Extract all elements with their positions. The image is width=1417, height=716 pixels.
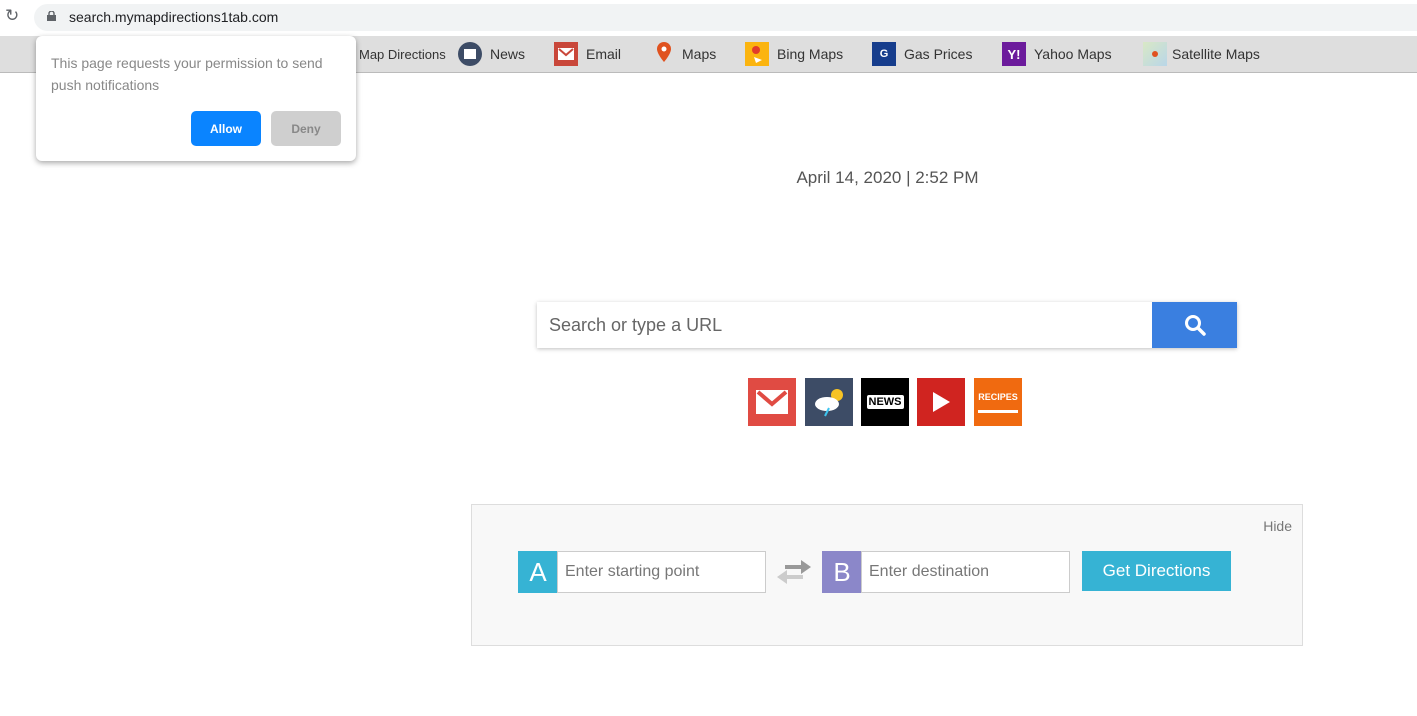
toolbar-label: Gas Prices — [904, 46, 973, 62]
directions-panel: Hide A B Get Directions — [471, 504, 1303, 646]
allow-button[interactable]: Allow — [191, 111, 261, 146]
toolbar-news[interactable]: News — [458, 36, 525, 72]
lock-icon — [47, 11, 56, 21]
deny-button[interactable]: Deny — [271, 111, 341, 146]
toolbar-label: Satellite Maps — [1172, 46, 1260, 62]
swap-arrows-icon[interactable] — [775, 560, 813, 584]
toolbar-map-directions[interactable]: Map Directions — [359, 36, 446, 72]
yahoo-icon: Y! — [1002, 42, 1026, 66]
toolbar-bing-maps[interactable]: Bing Maps — [745, 36, 843, 72]
reload-icon[interactable]: ↻ — [5, 6, 19, 26]
recipes-quicklink[interactable]: RECIPES — [974, 378, 1022, 426]
recipes-label: RECIPES — [978, 391, 1018, 402]
destination-input[interactable] — [861, 551, 1070, 593]
popup-message: This page requests your permission to se… — [51, 55, 323, 93]
search-icon — [1184, 315, 1206, 336]
email-icon — [756, 390, 788, 414]
toolbar-label: Bing Maps — [777, 46, 844, 62]
play-icon — [933, 392, 950, 412]
search-box — [537, 302, 1237, 348]
toolbar-label: News — [490, 46, 526, 62]
toolbar-yahoo-maps[interactable]: Y! Yahoo Maps — [1002, 36, 1112, 72]
toolbar-label: Yahoo Maps — [1034, 46, 1112, 62]
globe-news-icon: NEWS — [866, 395, 904, 409]
map-pin-icon — [652, 42, 676, 66]
toolbar-email[interactable]: Email — [554, 36, 621, 72]
destination-marker-b: B — [822, 551, 862, 593]
get-directions-button[interactable]: Get Directions — [1082, 551, 1231, 591]
date-time: April 14, 2020 | 2:52 PM — [796, 168, 979, 187]
search-input[interactable] — [537, 302, 1152, 348]
news-quicklink[interactable]: NEWS — [861, 378, 909, 426]
hide-link[interactable]: Hide — [1263, 518, 1292, 534]
video-quicklink[interactable] — [917, 378, 965, 426]
search-button[interactable] — [1152, 302, 1237, 348]
email-icon — [554, 42, 578, 66]
gas-prices-icon: G — [872, 42, 896, 66]
toolbar-label: Maps — [682, 46, 717, 62]
url-text[interactable]: search.mymapdirections1tab.com — [69, 9, 278, 25]
notification-permission-popup: This page requests your permission to se… — [36, 36, 356, 161]
toolbar-gas-prices[interactable]: G Gas Prices — [872, 36, 972, 72]
bing-maps-icon — [745, 42, 769, 66]
gmail-quicklink[interactable] — [748, 378, 796, 426]
weather-quicklink[interactable] — [805, 378, 853, 426]
toolbar-label: Email — [586, 46, 622, 62]
spoon-fork-icon — [978, 409, 1018, 413]
satellite-map-icon — [1143, 42, 1167, 66]
toolbar-satellite-maps[interactable]: Satellite Maps — [1143, 36, 1260, 72]
newspaper-icon — [458, 42, 482, 66]
toolbar-maps[interactable]: Maps — [652, 36, 716, 72]
weather-icon — [815, 389, 843, 417]
starting-point-input[interactable] — [557, 551, 766, 593]
toolbar-label: Map Directions — [359, 46, 446, 62]
start-marker-a: A — [518, 551, 558, 593]
